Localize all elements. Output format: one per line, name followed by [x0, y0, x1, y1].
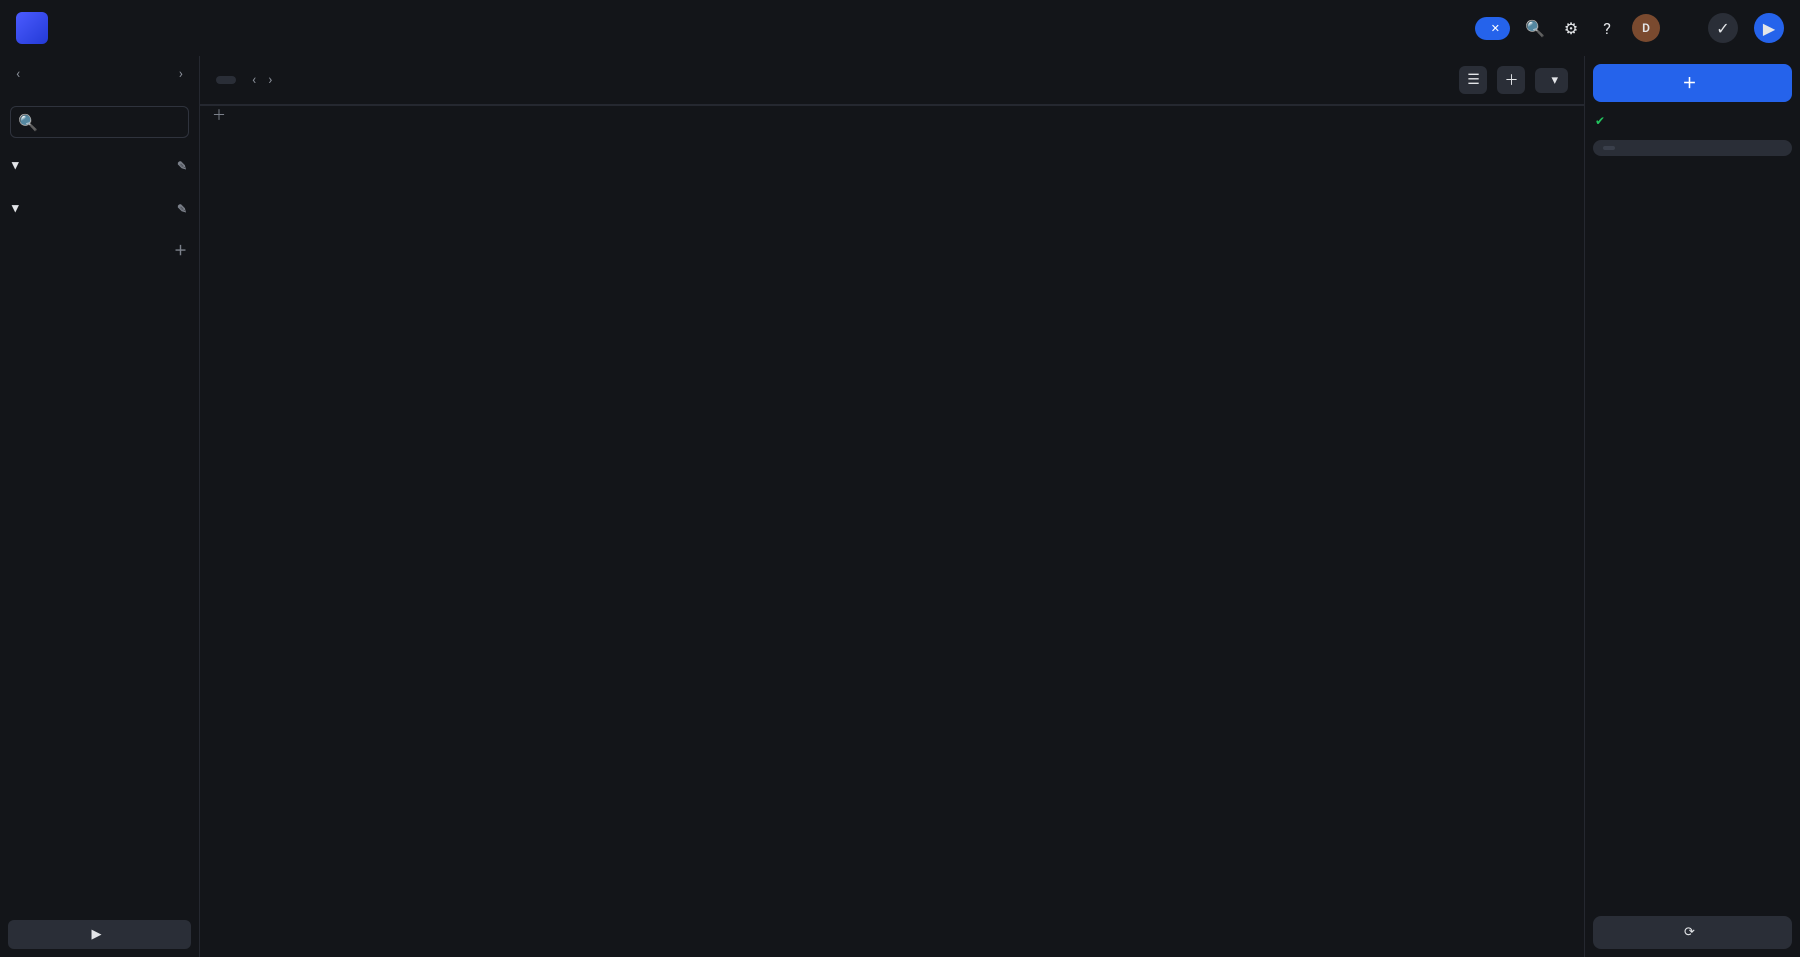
chevron-down-icon: ▾ — [12, 158, 19, 173]
edit-icon[interactable]: ✎ — [177, 202, 187, 216]
add-account-icon[interactable]: ＋ — [174, 240, 187, 259]
play-icon: ▶ — [92, 927, 102, 942]
check-button[interactable]: ✓ — [1708, 13, 1738, 43]
today-button[interactable] — [216, 76, 236, 84]
chevron-down-icon: ▾ — [12, 201, 19, 216]
plus-icon: ＋ — [1683, 73, 1697, 93]
today-pill — [1603, 146, 1615, 150]
my-calendars-header[interactable]: ▾ ✎ — [8, 152, 191, 179]
next-week-icon[interactable]: › — [264, 70, 276, 90]
close-icon[interactable]: ✕ — [1491, 22, 1500, 35]
search-input[interactable] — [43, 115, 209, 130]
promo-banner[interactable]: ✕ — [1475, 17, 1510, 40]
check-circle-icon: ✔ — [1595, 114, 1605, 128]
next-month-icon[interactable]: › — [175, 64, 187, 84]
add-task-button[interactable]: ＋ — [1593, 64, 1792, 102]
help-icon[interactable]: ? — [1598, 19, 1616, 37]
prev-week-icon[interactable]: ‹ — [248, 70, 260, 90]
schedule-status: ✔ — [1593, 110, 1792, 132]
refresh-tasks-button[interactable]: ⟳ — [1593, 916, 1792, 949]
chevron-down-icon: ▾ — [1551, 73, 1558, 88]
today-chip[interactable] — [1593, 140, 1792, 156]
gear-icon[interactable]: ⚙ — [1562, 19, 1580, 37]
play-button[interactable]: ▶ — [1754, 13, 1784, 43]
edit-icon[interactable]: ✎ — [177, 159, 187, 173]
search-icon: 🔍 — [19, 113, 37, 131]
refresh-icon: ⟳ — [1684, 925, 1695, 940]
prev-month-icon[interactable]: ‹ — [12, 64, 24, 84]
app-logo[interactable] — [16, 12, 48, 44]
add-icon[interactable]: ＋ — [1497, 66, 1525, 94]
tutorial-button[interactable]: ▶ — [8, 920, 191, 949]
avatar[interactable]: D — [1632, 14, 1660, 42]
view-selector[interactable]: ▾ — [1535, 68, 1568, 93]
search-teammates[interactable]: 🔍 — [10, 106, 189, 138]
filter-icon[interactable]: ☰ — [1459, 66, 1487, 94]
frequently-met-header[interactable]: ▾ ✎ — [8, 195, 191, 222]
search-icon[interactable]: 🔍 — [1526, 19, 1544, 37]
